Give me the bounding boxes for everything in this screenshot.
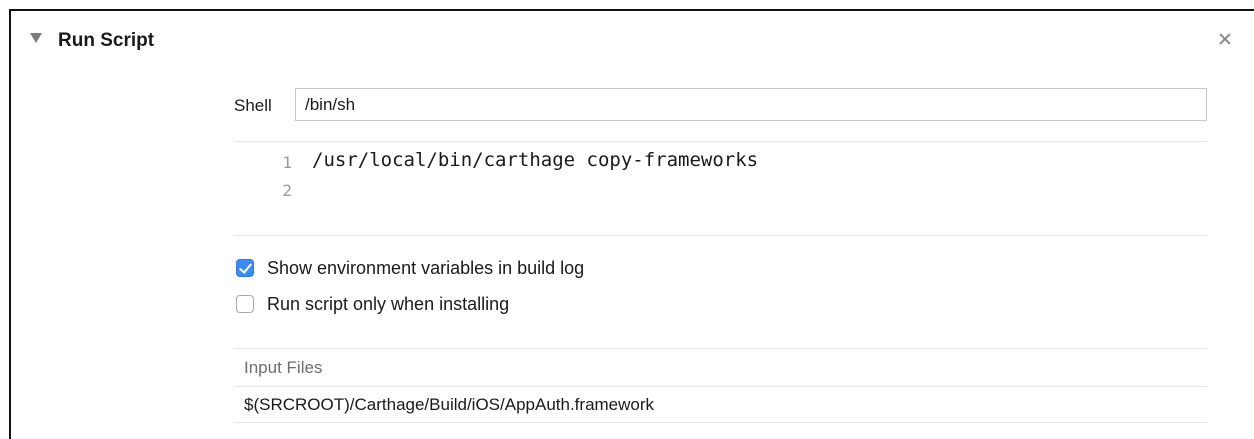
shell-input[interactable] [295,88,1207,121]
shell-label: Shell [234,96,272,115]
input-file-path: $(SRCROOT)/Carthage/Build/iOS/AppAuth.fr… [244,395,655,414]
run-only-installing-checkbox[interactable] [236,295,254,313]
show-env-vars-option[interactable]: Show environment variables in build log [236,256,584,280]
run-only-installing-option[interactable]: Run script only when installing [236,292,509,316]
input-file-row[interactable]: $(SRCROOT)/Carthage/Build/iOS/AppAuth.fr… [234,387,1207,423]
run-only-installing-label: Run script only when installing [267,293,510,314]
input-files-table: Input Files $(SRCROOT)/Carthage/Build/iO… [234,348,1207,424]
close-icon[interactable] [1215,29,1235,49]
show-env-vars-checkbox[interactable] [236,259,254,277]
code-text: /usr/local/bin/carthage copy-frameworks [312,149,759,171]
code-line: 1 /usr/local/bin/carthage copy-framework… [234,149,1207,175]
phase-header: Run Script [11,11,1254,75]
run-script-phase-panel: Run Script Shell 1 /usr/local/bin/cartha… [9,9,1254,439]
phase-title: Run Script [58,30,155,51]
input-files-header: Input Files [234,348,1207,387]
input-files-header-label: Input Files [244,358,323,377]
line-number: 2 [282,181,292,200]
show-env-vars-label: Show environment variables in build log [267,257,585,278]
script-editor[interactable]: 1 /usr/local/bin/carthage copy-framework… [234,141,1207,236]
code-line: 2 [234,177,1207,203]
disclosure-triangle-icon[interactable] [30,33,42,43]
line-number: 1 [282,153,292,172]
